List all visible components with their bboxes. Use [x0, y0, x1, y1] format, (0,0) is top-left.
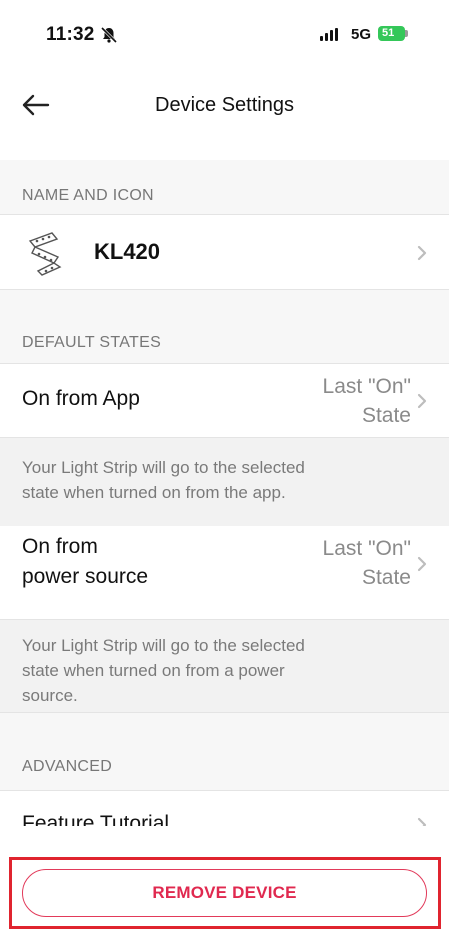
on-from-power-label-line1: On from [22, 535, 98, 558]
navigation-bar: Device Settings [0, 70, 449, 160]
on-from-app-description-line1: Your Light Strip will go to the selected [22, 458, 305, 477]
battery-level: 51 [382, 27, 395, 39]
on-from-power-description-line1: Your Light Strip will go to the selected [22, 636, 305, 655]
battery-tip [405, 30, 408, 37]
device-name-row[interactable]: KL420 [0, 214, 449, 290]
on-from-power-value: Last "On" State [323, 534, 411, 592]
on-from-app-value-line2: State [361, 404, 411, 427]
on-from-app-label: On from App [22, 387, 140, 410]
on-from-app-description: Your Light Strip will go to the selected… [0, 438, 449, 526]
on-from-app-value-line1: Last "On" [322, 375, 411, 398]
network-type: 5G [351, 26, 372, 43]
chevron-right-icon [417, 393, 427, 409]
on-from-app-row[interactable]: On from App Last "On" State [0, 363, 449, 438]
status-time: 11:32 [46, 24, 95, 45]
chevron-right-icon [417, 556, 427, 572]
on-from-app-value: Last "On" State [323, 372, 411, 430]
on-from-power-label-line2: power source [22, 565, 149, 588]
on-from-power-label: On from power source [22, 532, 148, 592]
section-header-advanced: ADVANCED [0, 712, 449, 790]
light-strip-icon [28, 232, 62, 276]
on-from-power-value-line2: State [361, 566, 411, 589]
on-from-app-description-line2: state when turned on from the app. [22, 483, 286, 502]
device-name: KL420 [94, 239, 161, 264]
section-header-name-and-icon: NAME AND ICON [0, 160, 449, 214]
status-bar: 11:32 5G 51 [0, 0, 449, 70]
on-from-power-row[interactable]: On from power source Last "On" State [0, 526, 449, 620]
battery-icon: 51 [378, 26, 405, 41]
on-from-power-description: Your Light Strip will go to the selected… [0, 620, 449, 712]
page-title: Device Settings [155, 94, 294, 116]
chevron-right-icon [417, 245, 427, 261]
cellular-signal-icon [320, 28, 338, 41]
on-from-power-description-line2: state when turned on from a power [22, 661, 285, 680]
silent-bell-icon [100, 26, 118, 44]
remove-device-button[interactable]: REMOVE DEVICE [22, 869, 427, 917]
section-header-default-states: DEFAULT STATES [0, 290, 449, 363]
on-from-power-description-line3: source. [22, 686, 78, 705]
on-from-power-value-line1: Last "On" [322, 537, 411, 560]
